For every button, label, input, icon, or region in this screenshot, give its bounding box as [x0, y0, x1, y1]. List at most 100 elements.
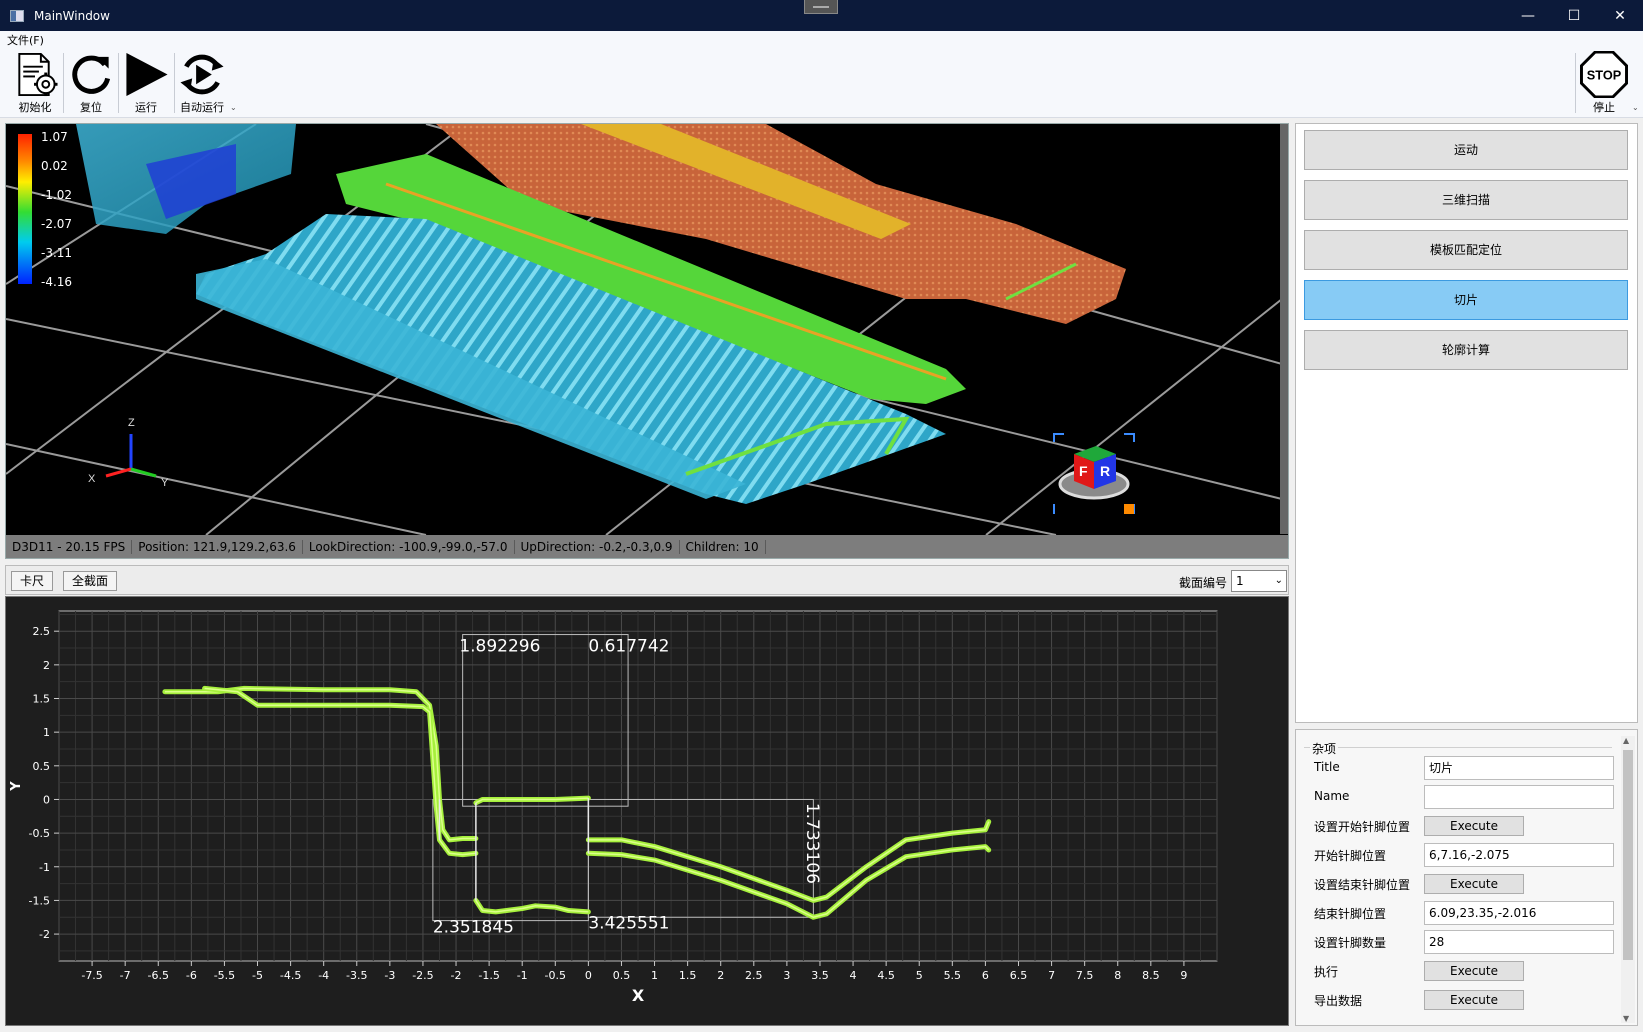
property-value-field[interactable]: 6.09,23.35,-2.016 [1424, 901, 1614, 925]
property-scrollbar[interactable]: ▲ ▼ [1621, 736, 1635, 1023]
step-button-slice[interactable]: 切片 [1304, 280, 1628, 320]
run-button[interactable]: 运行 [119, 51, 173, 115]
status-fps: D3D11 - 20.15 FPS [6, 540, 133, 554]
x-tick-label: 1.5 [679, 969, 697, 982]
colorbar-label: 1.07 [41, 130, 68, 144]
x-tick-label: -4 [318, 969, 329, 982]
x-tick-label: -2.5 [412, 969, 433, 982]
property-value-field[interactable]: 6,7.16,-2.075 [1424, 843, 1614, 867]
close-button[interactable]: ✕ [1597, 0, 1643, 31]
viewport-3d[interactable]: Z X Y F R 1.07 0.02 -1.02 -2.07 -3.11 -4… [5, 123, 1289, 559]
colorbar-label: -3.11 [41, 246, 73, 260]
section-number-select[interactable]: 1 ⌄ [1231, 570, 1287, 592]
tab-full-section[interactable]: 全截面 [63, 571, 118, 591]
tab-caliper[interactable]: 卡尺 [11, 571, 54, 591]
app-icon [10, 9, 24, 22]
x-tick-label: 1 [651, 969, 658, 982]
init-button[interactable]: 初始化 [8, 51, 62, 115]
color-scale-bar [18, 134, 32, 284]
property-name: 结束针脚位置 [1314, 907, 1387, 921]
property-row: Name [1304, 783, 1616, 811]
status-position: Position: 121.9,129.2,63.6 [132, 540, 303, 554]
status-look-direction: LookDirection: -100.9,-99.0,-57.0 [303, 540, 515, 554]
colorbar-label: -1.02 [41, 188, 73, 202]
scroll-down-icon[interactable]: ▼ [1623, 1014, 1629, 1023]
property-name: 导出数据 [1314, 994, 1363, 1008]
x-tick-label: -6.5 [148, 969, 169, 982]
toolbar-overflow-icon[interactable]: ⌄ [230, 103, 237, 112]
x-tick-label: 2 [717, 969, 724, 982]
menu-bar: 文件(F) [0, 31, 1643, 47]
property-value-field[interactable]: 28 [1424, 930, 1614, 954]
y-tick-label: 1.5 [33, 693, 51, 706]
chevron-down-icon: ⌄ [1274, 575, 1283, 586]
axis-y-label: Y [161, 477, 169, 489]
step-button-3d-scan[interactable]: 三维扫描 [1304, 180, 1628, 220]
x-tick-label: -5 [252, 969, 263, 982]
x-tick-label: -0.5 [545, 969, 566, 982]
x-tick-label: 4 [850, 969, 857, 982]
reset-button[interactable]: 复位 [64, 51, 118, 115]
section-profile-chart[interactable]: 1.892296 0.617742 1.733106 2.351845 3.425551… [5, 596, 1289, 1026]
x-tick-label: -1.5 [478, 969, 499, 982]
colorbar-label: -2.07 [41, 217, 73, 231]
x-tick-label: -3.5 [346, 969, 367, 982]
section-number-value: 1 [1236, 574, 1244, 588]
execute-button[interactable]: Execute [1424, 990, 1524, 1010]
property-row: 设置针脚数量 28 [1304, 928, 1616, 956]
step-button-template-match[interactable]: 模板匹配定位 [1304, 230, 1628, 270]
property-row: 设置结束针脚位置 Execute [1304, 870, 1616, 898]
execute-button[interactable]: Execute [1424, 816, 1524, 836]
execute-button[interactable]: Execute [1424, 961, 1524, 981]
step-button-contour-calc[interactable]: 轮廓计算 [1304, 330, 1628, 370]
y-tick-label: 0 [43, 793, 50, 806]
property-name: 执行 [1314, 965, 1339, 979]
status-up-direction: UpDirection: -0.2,-0.3,0.9 [515, 540, 680, 554]
title-bar[interactable]: MainWindow — ☐ ✕ [0, 0, 1643, 31]
property-row: 导出数据 Execute [1304, 986, 1616, 1014]
execute-button[interactable]: Execute [1424, 874, 1524, 894]
window-title: MainWindow [34, 8, 110, 23]
property-name: Name [1314, 789, 1350, 803]
colorbar-label: 0.02 [41, 159, 68, 173]
x-tick-label: 7.5 [1076, 969, 1094, 982]
x-tick-label: 3 [783, 969, 790, 982]
x-tick-label: -2 [451, 969, 462, 982]
document-gear-icon [18, 52, 58, 97]
drag-grip[interactable] [804, 0, 838, 14]
auto-run-button[interactable]: 自动运行 [175, 51, 229, 115]
play-icon [126, 52, 168, 97]
x-tick-label: 5 [916, 969, 923, 982]
y-tick-label: -1.5 [29, 894, 50, 907]
scroll-thumb[interactable] [1623, 750, 1633, 960]
toolbar-overflow-icon[interactable]: ⌄ [1632, 103, 1639, 112]
property-row: 结束针脚位置 6.09,23.35,-2.016 [1304, 899, 1616, 927]
minimize-button[interactable]: — [1505, 0, 1551, 31]
maximize-button[interactable]: ☐ [1551, 0, 1597, 31]
menu-file[interactable]: 文件(F) [7, 32, 44, 48]
x-tick-label: 6 [982, 969, 989, 982]
point-cloud-scene[interactable]: Z X Y F R [6, 124, 1282, 535]
y-tick-label: 2 [43, 659, 50, 672]
scroll-up-icon[interactable]: ▲ [1623, 736, 1629, 745]
section-tabs: 卡尺 全截面 截面编号 1 ⌄ [5, 565, 1289, 595]
property-row: 执行 Execute [1304, 957, 1616, 985]
property-grid: 杂项 Title 切片 Name 设置开始针脚位置 Execute 开始针脚位置 6,7.1… [1295, 729, 1638, 1026]
x-tick-label: -3 [384, 969, 395, 982]
stop-button[interactable]: STOP 停止 [1577, 51, 1631, 115]
property-row: 设置开始针脚位置 Execute [1304, 812, 1616, 840]
property-value-field[interactable] [1424, 785, 1614, 809]
viewport-scrollbar[interactable] [1280, 124, 1288, 534]
stop-sign-text: STOP [1587, 67, 1622, 82]
run-label: 运行 [135, 101, 157, 114]
property-value-field[interactable]: 切片 [1424, 756, 1614, 780]
property-name: 设置开始针脚位置 [1314, 820, 1411, 834]
property-name: 设置针脚数量 [1314, 936, 1387, 950]
auto-run-icon [180, 54, 224, 95]
measurement-label: 2.351845 [433, 918, 514, 938]
profile-plot[interactable]: 1.892296 0.617742 1.733106 2.351845 3.425551… [6, 597, 1288, 1025]
measurement-label: 0.617742 [588, 636, 669, 656]
step-button-motion[interactable]: 运动 [1304, 130, 1628, 170]
auto-run-label: 自动运行 [180, 101, 224, 114]
x-tick-label: 8.5 [1142, 969, 1160, 982]
